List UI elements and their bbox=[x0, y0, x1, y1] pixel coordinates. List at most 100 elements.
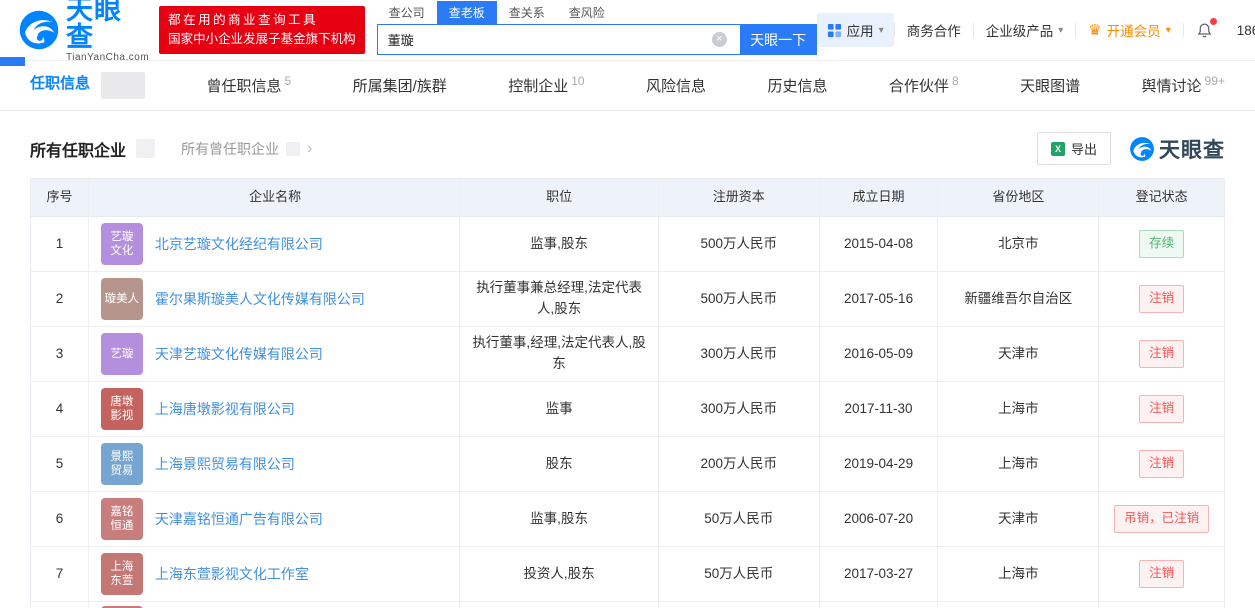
search-type-tab[interactable]: 查风险 bbox=[557, 1, 617, 24]
row-index-cell: 7 bbox=[31, 547, 89, 602]
excel-icon: X bbox=[1050, 141, 1065, 156]
export-button[interactable]: X 导出 bbox=[1036, 132, 1111, 165]
table-row: 7 上海 东萱 上海东萱影视文化工作室 投资人,股东 50万人民币 2017-0… bbox=[31, 547, 1224, 602]
chevron-down-icon: ▾ bbox=[1165, 24, 1171, 36]
nav-tab-label: 任职信息 bbox=[30, 75, 91, 92]
region-text: 新疆维吾尔自治区 bbox=[964, 290, 1073, 306]
search-tabs: 查公司 查老板 查关系 查风险 bbox=[377, 1, 817, 24]
company-link[interactable]: 霍尔果斯璇美人文化传媒有限公司 bbox=[155, 289, 365, 310]
vip-upgrade-button[interactable]: ♛ 开通会员 ▾ bbox=[1076, 20, 1182, 40]
status-badge: 注销 bbox=[1139, 285, 1185, 313]
tianyancha-swirl-icon bbox=[1130, 136, 1154, 161]
left-edge-accent bbox=[0, 57, 25, 66]
capital-cell: 300万人民币 bbox=[658, 382, 820, 437]
col-header-region: 省份地区 bbox=[938, 179, 1100, 217]
nav-tab[interactable]: 合作伙伴 8 bbox=[888, 74, 959, 96]
nav-tab[interactable]: 任职信息 bbox=[30, 72, 146, 99]
nav-tab[interactable]: 所属集团/族群 bbox=[353, 75, 447, 96]
business-cooperation-link[interactable]: 商务合作 bbox=[895, 20, 973, 40]
search-area: 查公司 查老板 查关系 查风险 × 天眼一下 bbox=[376, 0, 817, 60]
company-logo[interactable]: 艺璇 文化 bbox=[100, 223, 143, 265]
status-badge: 注销 bbox=[1139, 560, 1185, 588]
company-link[interactable]: 北京艺璇文化经纪有限公司 bbox=[155, 234, 323, 255]
capital-cell: 500万人民币 bbox=[658, 272, 820, 327]
nav-tab-label: 控制企业 bbox=[508, 78, 569, 95]
nav-tab[interactable]: 舆情讨论 99+ bbox=[1142, 74, 1225, 96]
nav-tab[interactable]: 历史信息 bbox=[767, 75, 827, 96]
search-type-tab-label: 查老板 bbox=[448, 6, 485, 20]
search-type-tab[interactable]: 查老板 bbox=[436, 1, 497, 24]
row-index-cell: 3 bbox=[31, 327, 89, 382]
region-text: 上海市 bbox=[998, 565, 1039, 581]
capital-cell: 300万人民币 bbox=[658, 327, 820, 382]
company-logo[interactable]: 璇美人 bbox=[100, 278, 143, 320]
nav-tab-count: 10 bbox=[571, 74, 585, 88]
company-cell: 唐墩 影视 上海唐墩影视有限公司 bbox=[88, 382, 461, 437]
tianyancha-logo[interactable]: 天眼查 TianYanCha.com bbox=[18, 0, 149, 63]
company-cell: 上海 东萱 上海东萱影视文化工作室 bbox=[88, 547, 461, 602]
nav-tab-count: 8 bbox=[951, 74, 959, 88]
status-badge: 存续 bbox=[1139, 230, 1185, 258]
date-cell: 2017-11-30 bbox=[819, 382, 939, 437]
apps-menu-button[interactable]: 应用 ▾ bbox=[816, 13, 894, 47]
row-index-text: 7 bbox=[55, 565, 64, 581]
crown-icon: ♛ bbox=[1088, 21, 1102, 39]
clear-search-icon[interactable]: × bbox=[711, 32, 727, 47]
nav-tab[interactable]: 风险信息 bbox=[646, 75, 706, 96]
former-positions-link[interactable]: 所有曾任职企业 › bbox=[181, 139, 312, 159]
notification-bell-button[interactable] bbox=[1184, 17, 1225, 39]
account-phone: 186*... bbox=[1236, 22, 1255, 38]
company-logo[interactable]: 上海 东萱 bbox=[100, 553, 143, 595]
col-header-capital: 注册资本 bbox=[658, 179, 820, 217]
nav-tab[interactable]: 控制企业 10 bbox=[508, 74, 585, 96]
status-cell: 注销 bbox=[1099, 327, 1224, 382]
capital-text: 300万人民币 bbox=[700, 400, 778, 416]
company-logo[interactable]: 嘉铭 恒通 bbox=[100, 498, 143, 540]
nav-tab[interactable]: 天眼图谱 bbox=[1020, 75, 1080, 96]
search-input[interactable] bbox=[376, 24, 740, 55]
position-text: 监事 bbox=[545, 400, 573, 416]
account-menu-button[interactable]: 186*... ▾ bbox=[1225, 23, 1255, 38]
nav-tab-label: 合作伙伴 bbox=[888, 78, 949, 95]
company-cell: 璇美人 霍尔果斯璇美人文化传媒有限公司 bbox=[88, 272, 461, 327]
table-row: 4 唐墩 影视 上海唐墩影视有限公司 监事 300万人民币 2017-11-30… bbox=[31, 382, 1224, 437]
company-link[interactable]: 上海唐墩影视有限公司 bbox=[155, 399, 295, 420]
col-header-company: 企业名称 bbox=[88, 179, 461, 217]
watermark-brand-text: 天眼查 bbox=[1159, 138, 1225, 162]
capital-text: 500万人民币 bbox=[700, 235, 778, 251]
company-link[interactable]: 天津嘉铭恒通广告有限公司 bbox=[155, 509, 323, 530]
position-cell: 监事,股东 bbox=[460, 217, 659, 272]
capital-text: 500万人民币 bbox=[700, 290, 778, 306]
company-link[interactable]: 上海景熙贸易有限公司 bbox=[155, 454, 295, 475]
nav-tab[interactable]: 曾任职信息 5 bbox=[206, 74, 291, 96]
chevron-right-icon: › bbox=[307, 139, 313, 157]
company-link[interactable]: 天津艺璇文化传媒有限公司 bbox=[155, 344, 323, 365]
row-index-text: 3 bbox=[55, 345, 64, 361]
date-cell: 2019-04-29 bbox=[819, 437, 939, 492]
company-logo[interactable]: 唐墩 影视 bbox=[100, 388, 143, 430]
position-cell: 监事,股东 bbox=[460, 492, 659, 547]
search-type-tab[interactable]: 查关系 bbox=[497, 1, 557, 24]
date-text: 2006-07-20 bbox=[844, 510, 914, 526]
enterprise-product-menu[interactable]: 企业级产品 ▾ bbox=[974, 20, 1076, 40]
search-type-tab[interactable]: 查公司 bbox=[377, 1, 437, 24]
region-text: 上海市 bbox=[998, 455, 1039, 471]
position-cell: 监事 bbox=[460, 382, 659, 437]
watermark-logo: 天眼查 bbox=[1129, 134, 1225, 164]
company-logo[interactable]: 艺璇 bbox=[100, 333, 143, 375]
skeleton-box bbox=[286, 141, 301, 156]
promo-badge: 都在用的商业查询工具 国家中小企业发展子基金旗下机构 bbox=[159, 5, 365, 55]
notification-dot bbox=[1209, 17, 1217, 25]
table-row: 2 璇美人 霍尔果斯璇美人文化传媒有限公司 执行董事兼总经理,法定代表人,股东 … bbox=[31, 272, 1224, 327]
company-logo[interactable]: 景熙 贸易 bbox=[100, 443, 143, 485]
company-cell: 景熙 贸易 上海景熙贸易有限公司 bbox=[88, 437, 461, 492]
company-link[interactable]: 上海东萱影视文化工作室 bbox=[155, 564, 309, 585]
date-cell: 2017-05-16 bbox=[819, 272, 939, 327]
capital-cell: 500万人民币 bbox=[658, 217, 820, 272]
row-index-cell: 5 bbox=[31, 437, 89, 492]
status-cell: 注销 bbox=[1099, 272, 1224, 327]
company-cell: 嘉铭 恒通 天津嘉铭恒通广告有限公司 bbox=[88, 492, 461, 547]
table-row-partial bbox=[31, 602, 1224, 608]
search-button[interactable]: 天眼一下 bbox=[739, 24, 817, 55]
table-row: 3 艺璇 天津艺璇文化传媒有限公司 执行董事,经理,法定代表人,股东 300万人… bbox=[31, 327, 1224, 382]
